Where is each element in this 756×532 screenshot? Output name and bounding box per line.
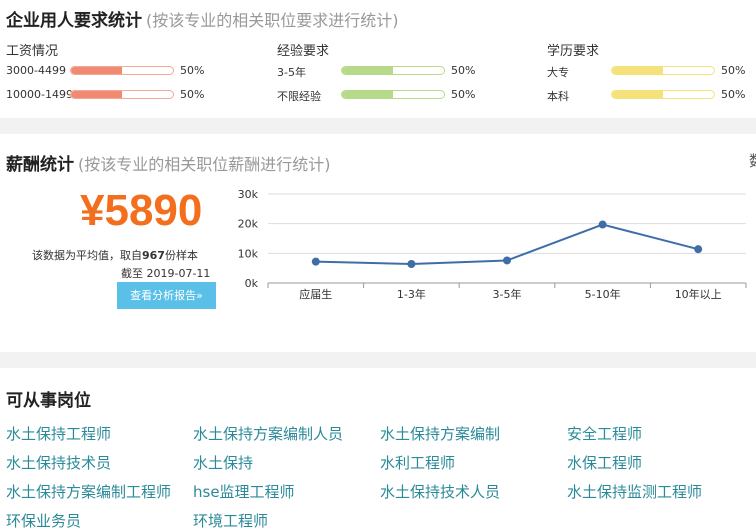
job-link[interactable]: 水土保持监测工程师 (567, 481, 702, 502)
data-point[interactable] (311, 257, 320, 266)
requirement-row: 10000-14999 50% (6, 84, 246, 106)
data-point[interactable] (503, 256, 511, 265)
requirement-group: 经验要求 3-5年 50% 不限经验 50% (277, 40, 517, 106)
x-tick-label: 应届生 (299, 287, 332, 301)
job-link[interactable]: 水保工程师 (567, 452, 642, 473)
requirement-bar-fill (612, 67, 663, 74)
requirement-row: 大专 50% (547, 60, 756, 82)
section-divider-2 (0, 352, 756, 368)
job-link[interactable]: hse监理工程师 (193, 481, 295, 502)
requirement-label: 3-5年 (277, 66, 306, 79)
job-link[interactable]: 水土保持 (193, 452, 253, 473)
job-link[interactable]: 水土保持技术员 (6, 452, 111, 473)
y-tick-label: 0k (245, 277, 259, 290)
x-tick-label: 10年以上 (675, 287, 722, 301)
requirement-row: 3000-4499 50% (6, 60, 246, 82)
requirement-label: 大专 (547, 66, 569, 79)
requirement-bar-fill (612, 91, 663, 98)
y-tick-label: 20k (238, 218, 259, 231)
requirements-title: 企业用人要求统计 (按该专业的相关职位要求进行统计) (6, 6, 399, 31)
data-point[interactable] (407, 260, 416, 269)
requirements-section: 企业用人要求统计 (按该专业的相关职位要求进行统计) 工资情况 3000-4499 5… (0, 0, 756, 118)
requirement-percent: 50% (451, 64, 476, 77)
requirement-group: 学历要求大专 50% 本科 50% (547, 40, 756, 106)
sample-note-prefix: 该数据为平均值，取自 (32, 249, 142, 262)
truncated-label: 数 (749, 150, 756, 171)
requirement-row: 本科 50% (547, 84, 756, 106)
salary-title-text: 薪酬统计 (6, 155, 74, 175)
sample-note: 该数据为平均值，取自967份样本 (32, 247, 198, 263)
job-link[interactable]: 环保业务员 (6, 510, 81, 531)
section-divider (0, 118, 756, 134)
salary-subtitle: (按该专业的相关职位薪酬进行统计) (78, 155, 331, 174)
requirements-title-text: 企业用人要求统计 (6, 11, 142, 31)
requirement-bar (341, 90, 445, 99)
jobs-section (0, 368, 756, 532)
x-tick-label: 3-5年 (493, 287, 522, 301)
job-link[interactable]: 水利工程师 (380, 452, 455, 473)
requirement-bar (341, 66, 445, 75)
requirement-bar (70, 90, 174, 99)
requirement-row: 3-5年 50% (277, 60, 517, 82)
data-point[interactable] (598, 220, 607, 229)
job-link[interactable]: 安全工程师 (567, 423, 642, 444)
job-link[interactable]: 水土保持方案编制人员 (193, 423, 343, 444)
requirement-percent: 50% (721, 88, 746, 101)
salary-line-chart: 0k 10k 20k 30k 应届生 1-3年 3-5年 5-10年 10年以上 (238, 188, 747, 301)
average-salary: ¥5890 (80, 186, 203, 235)
requirement-label: 10000-14999 (6, 88, 72, 101)
y-tick-label: 10k (238, 247, 259, 260)
requirement-bar (611, 66, 715, 75)
salary-title: 薪酬统计 (按该专业的相关职位薪酬进行统计) (6, 150, 331, 175)
requirement-heading: 经验要求 (277, 44, 330, 59)
requirement-bar-fill (71, 67, 122, 74)
sample-note-suffix: 份样本 (164, 249, 198, 262)
requirement-heading: 工资情况 (6, 44, 59, 59)
requirement-heading: 学历要求 (547, 44, 600, 59)
requirement-percent: 50% (180, 88, 205, 101)
job-link[interactable]: 水土保持方案编制工程师 (6, 481, 171, 502)
requirement-label: 不限经验 (277, 90, 321, 103)
requirement-bar-fill (71, 91, 122, 98)
requirement-percent: 50% (180, 64, 205, 77)
requirement-percent: 50% (721, 64, 746, 77)
requirement-bar (611, 90, 715, 99)
data-point[interactable] (694, 245, 703, 254)
requirement-label: 本科 (547, 90, 569, 103)
requirements-subtitle: (按该专业的相关职位要求进行统计) (146, 11, 399, 30)
job-link[interactable]: 环境工程师 (193, 510, 268, 531)
sample-count: 967 (142, 249, 165, 262)
job-link[interactable]: 水土保持技术人员 (380, 481, 500, 502)
data-date: 截至 2019-07-11 (121, 267, 211, 280)
requirement-group: 工资情况 3000-4499 50% 10000-14999 50% (6, 40, 246, 106)
requirement-row: 不限经验 50% (277, 84, 517, 106)
requirement-label: 3000-4499 (6, 64, 66, 77)
requirement-bar (70, 66, 174, 75)
requirement-percent: 50% (451, 88, 476, 101)
job-link[interactable]: 水土保持工程师 (6, 423, 111, 444)
job-link[interactable]: 水土保持方案编制 (380, 423, 500, 444)
requirement-bar-fill (342, 91, 393, 98)
jobs-title: 可从事岗位 (6, 391, 91, 411)
requirement-bar-fill (342, 67, 393, 74)
x-tick-label: 1-3年 (397, 287, 426, 301)
view-report-button[interactable]: 查看分析报告» (117, 282, 216, 309)
y-tick-label: 30k (238, 188, 259, 201)
x-tick-label: 5-10年 (585, 287, 621, 301)
